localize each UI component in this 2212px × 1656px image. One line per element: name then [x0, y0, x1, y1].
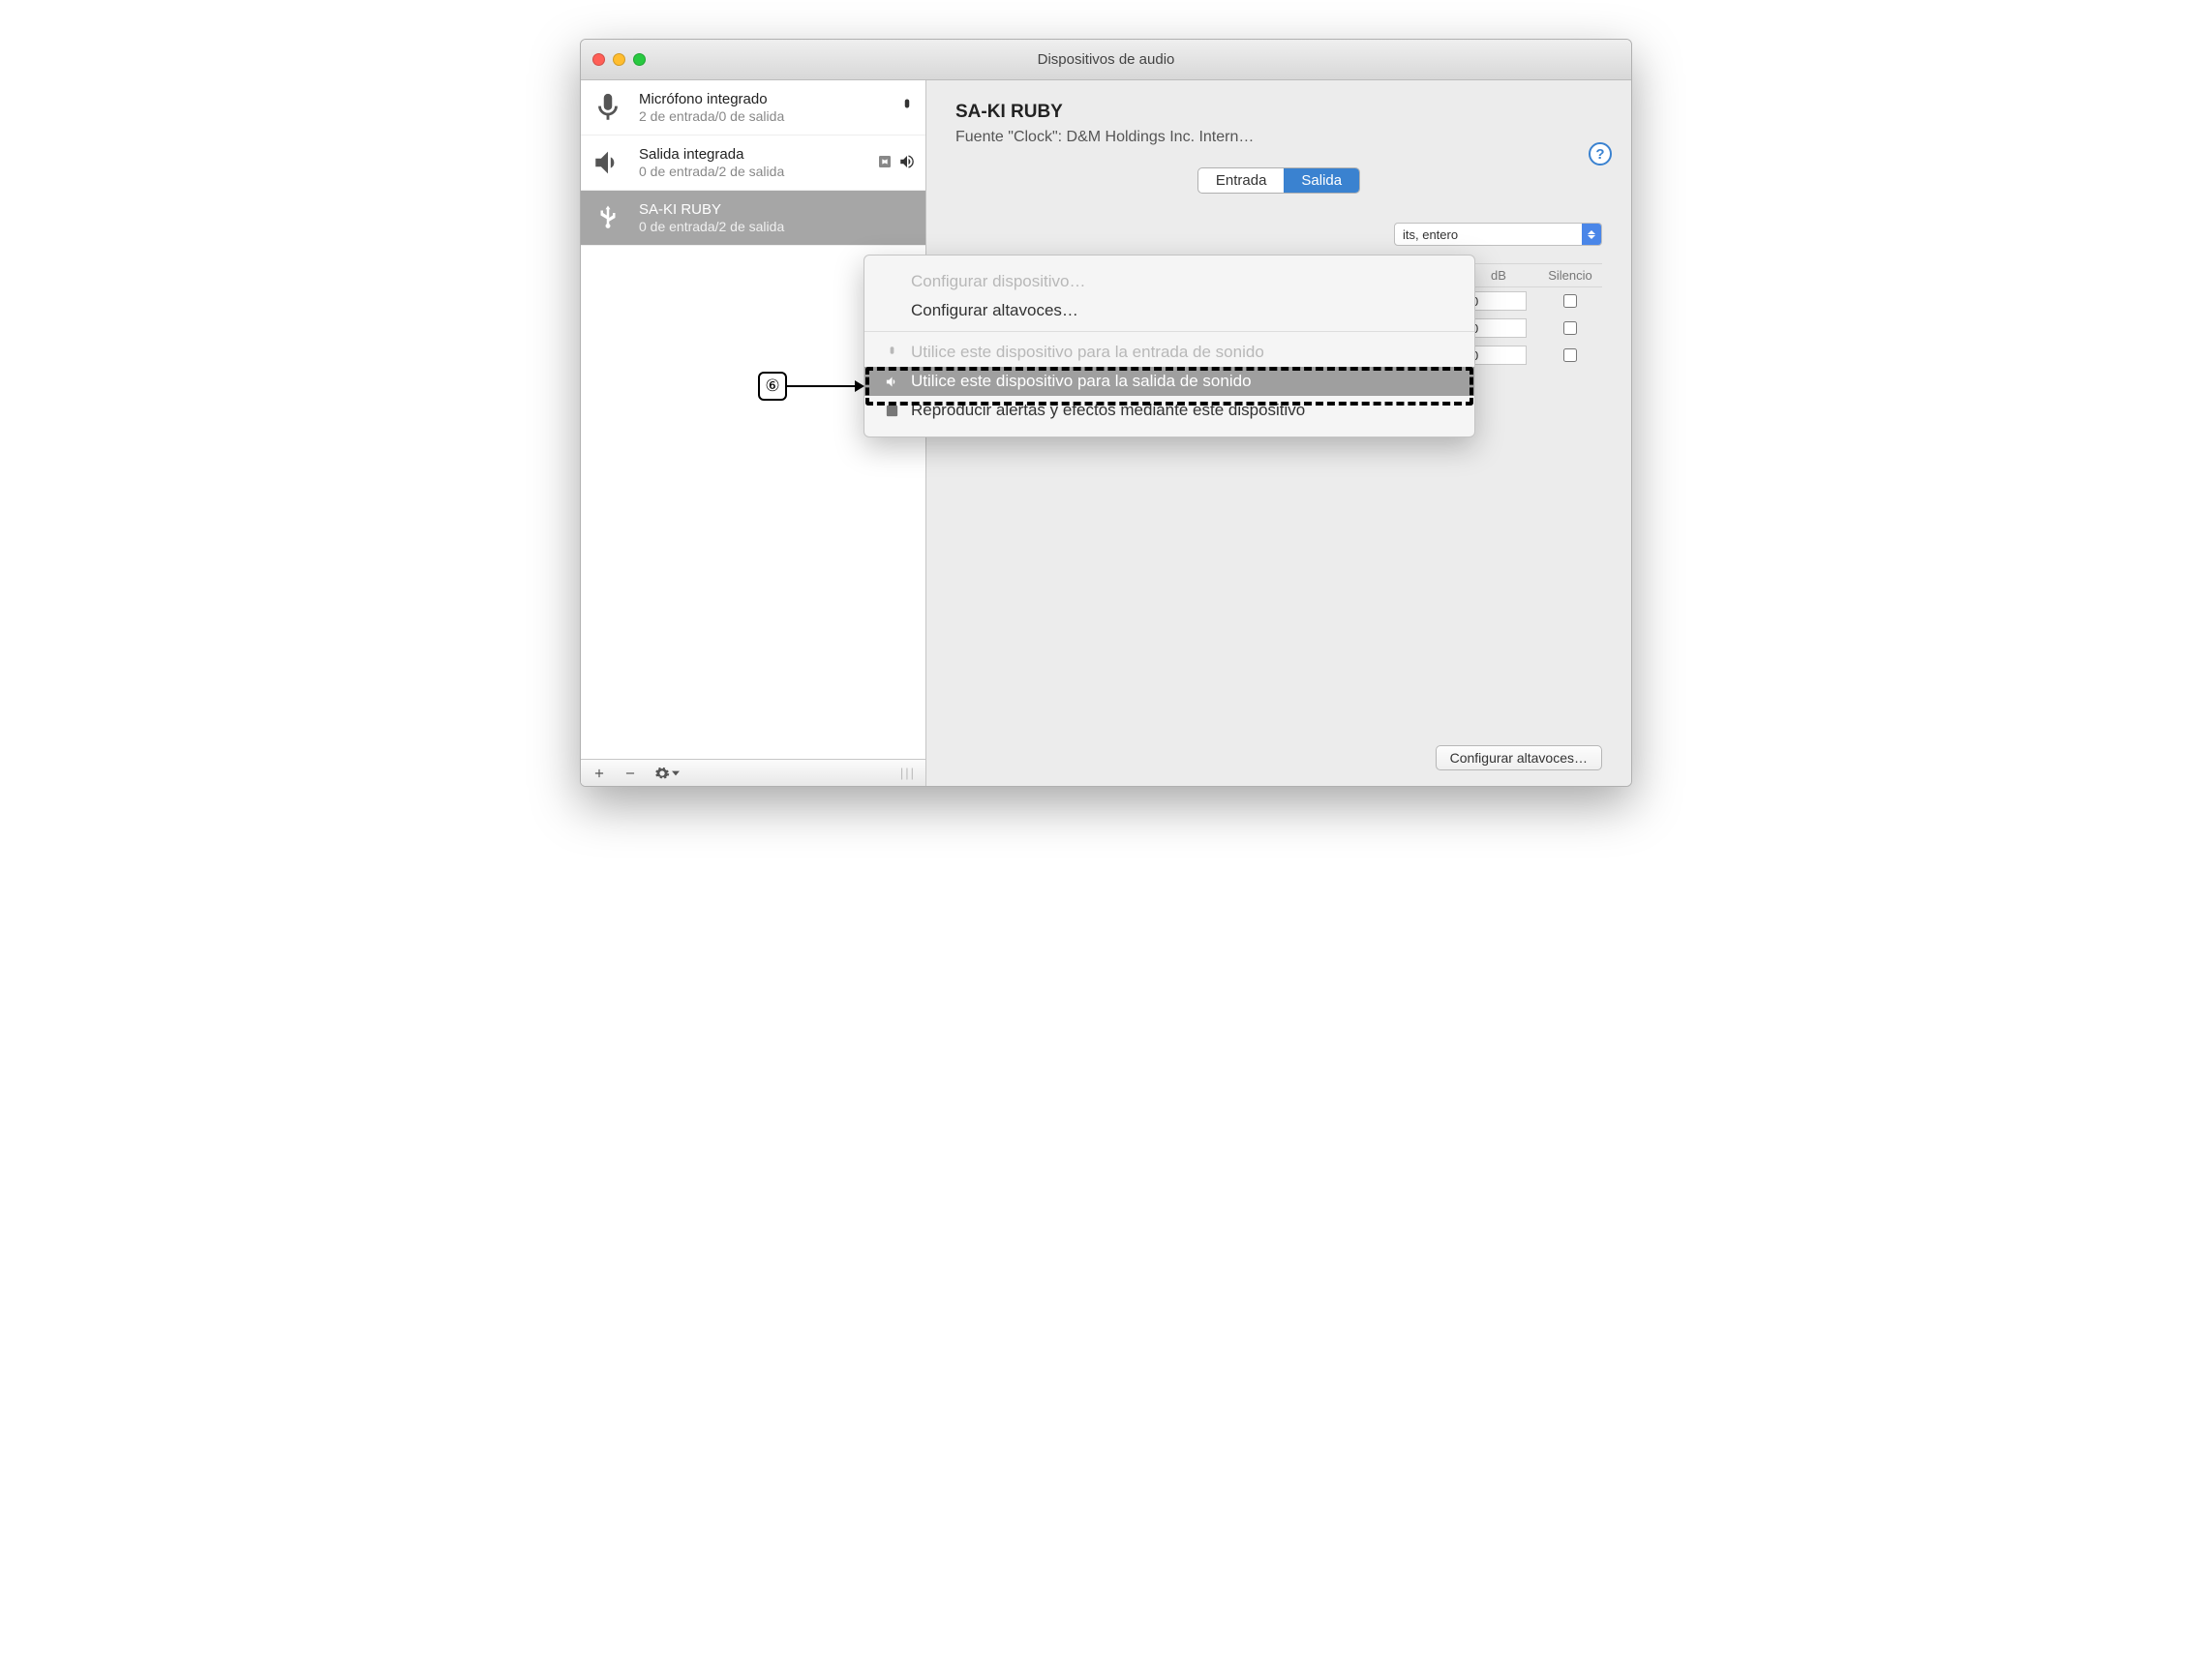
device-builtin-output[interactable]: Salida integrada 0 de entrada/2 de salid…: [581, 135, 925, 191]
resize-grip-icon[interactable]: |||: [900, 766, 922, 780]
mute-checkbox-right[interactable]: [1563, 348, 1577, 362]
device-builtin-mic[interactable]: Micrófono integrado 2 de entrada/0 de sa…: [581, 80, 925, 135]
chevron-updown-icon: [1582, 224, 1601, 245]
mic-icon: [882, 346, 901, 360]
configure-speakers-button[interactable]: Configurar altavoces…: [1436, 745, 1602, 770]
menu-item-label: Utilice este dispositivo para la entrada…: [911, 343, 1264, 362]
tab-output[interactable]: Salida: [1284, 168, 1359, 193]
menu-separator: [864, 331, 1474, 332]
tab-input[interactable]: Entrada: [1198, 168, 1285, 193]
annotation-arrow-icon: [787, 385, 863, 387]
close-window-button[interactable]: [592, 53, 605, 66]
menu-play-alerts[interactable]: Reproducir alertas y efectos mediante es…: [864, 396, 1474, 425]
device-context-menu: Configurar dispositivo… Configurar altav…: [864, 255, 1475, 437]
zoom-window-button[interactable]: [633, 53, 646, 66]
col-silencio: Silencio: [1538, 268, 1602, 283]
device-sa-ki-ruby[interactable]: SA-KI RUBY 0 de entrada/2 de salida: [581, 191, 925, 246]
device-name: Micrófono integrado: [639, 91, 889, 108]
help-button[interactable]: ?: [1589, 142, 1612, 166]
menu-use-for-output[interactable]: Utilice este dispositivo para la salida …: [864, 367, 1474, 396]
db-field-master[interactable]: [1467, 291, 1527, 311]
device-name: SA-KI RUBY: [639, 201, 916, 219]
speaker-icon: [587, 141, 629, 184]
annotation-step-number: ⑥: [758, 372, 787, 401]
minimize-window-button[interactable]: [613, 53, 625, 66]
titlebar: Dispositivos de audio: [581, 40, 1631, 80]
speaker-icon: [882, 375, 901, 389]
gear-menu-button[interactable]: [647, 762, 687, 785]
annotation-callout: ⑥: [758, 372, 863, 401]
menu-use-for-input[interactable]: Utilice este dispositivo para la entrada…: [864, 338, 1474, 367]
window-title: Dispositivos de audio: [581, 51, 1631, 68]
col-db: dB: [1467, 268, 1530, 283]
format-select-value: its, entero: [1403, 227, 1458, 242]
mute-checkbox-master[interactable]: [1563, 294, 1577, 308]
menu-item-label: Utilice este dispositivo para la salida …: [911, 372, 1252, 391]
device-detail-title: SA-KI RUBY: [955, 102, 1602, 123]
effects-icon: [882, 404, 901, 418]
remove-device-button[interactable]: [616, 762, 645, 785]
system-effects-icon: [877, 154, 893, 172]
device-io: 0 de entrada/2 de salida: [639, 164, 867, 180]
add-device-button[interactable]: [585, 762, 614, 785]
clock-source-label: Fuente "Clock": D&M Holdings Inc. Intern…: [955, 129, 1602, 146]
usb-icon: [587, 196, 629, 239]
menu-configure-device[interactable]: Configurar dispositivo…: [864, 267, 1474, 296]
menu-item-label: Configurar altavoces…: [911, 301, 1078, 320]
input-indicator-icon: [898, 98, 916, 118]
db-field-right[interactable]: [1467, 346, 1527, 365]
output-indicator-icon: [898, 153, 916, 173]
mute-checkbox-left[interactable]: [1563, 321, 1577, 335]
traffic-lights: [592, 53, 646, 66]
microphone-icon: [587, 86, 629, 129]
format-select[interactable]: its, entero: [1394, 223, 1602, 246]
menu-item-label: Reproducir alertas y efectos mediante es…: [911, 401, 1305, 420]
menu-item-label: Configurar dispositivo…: [911, 272, 1085, 291]
menu-configure-speakers[interactable]: Configurar altavoces…: [864, 296, 1474, 325]
io-tab-control: Entrada Salida: [1197, 167, 1360, 194]
device-io: 0 de entrada/2 de salida: [639, 219, 916, 235]
sidebar-toolbar: |||: [581, 759, 925, 786]
db-field-left[interactable]: [1467, 318, 1527, 338]
audio-devices-window: Dispositivos de audio Micrófono integrad…: [580, 39, 1632, 787]
device-name: Salida integrada: [639, 146, 867, 164]
device-io: 2 de entrada/0 de salida: [639, 108, 889, 125]
